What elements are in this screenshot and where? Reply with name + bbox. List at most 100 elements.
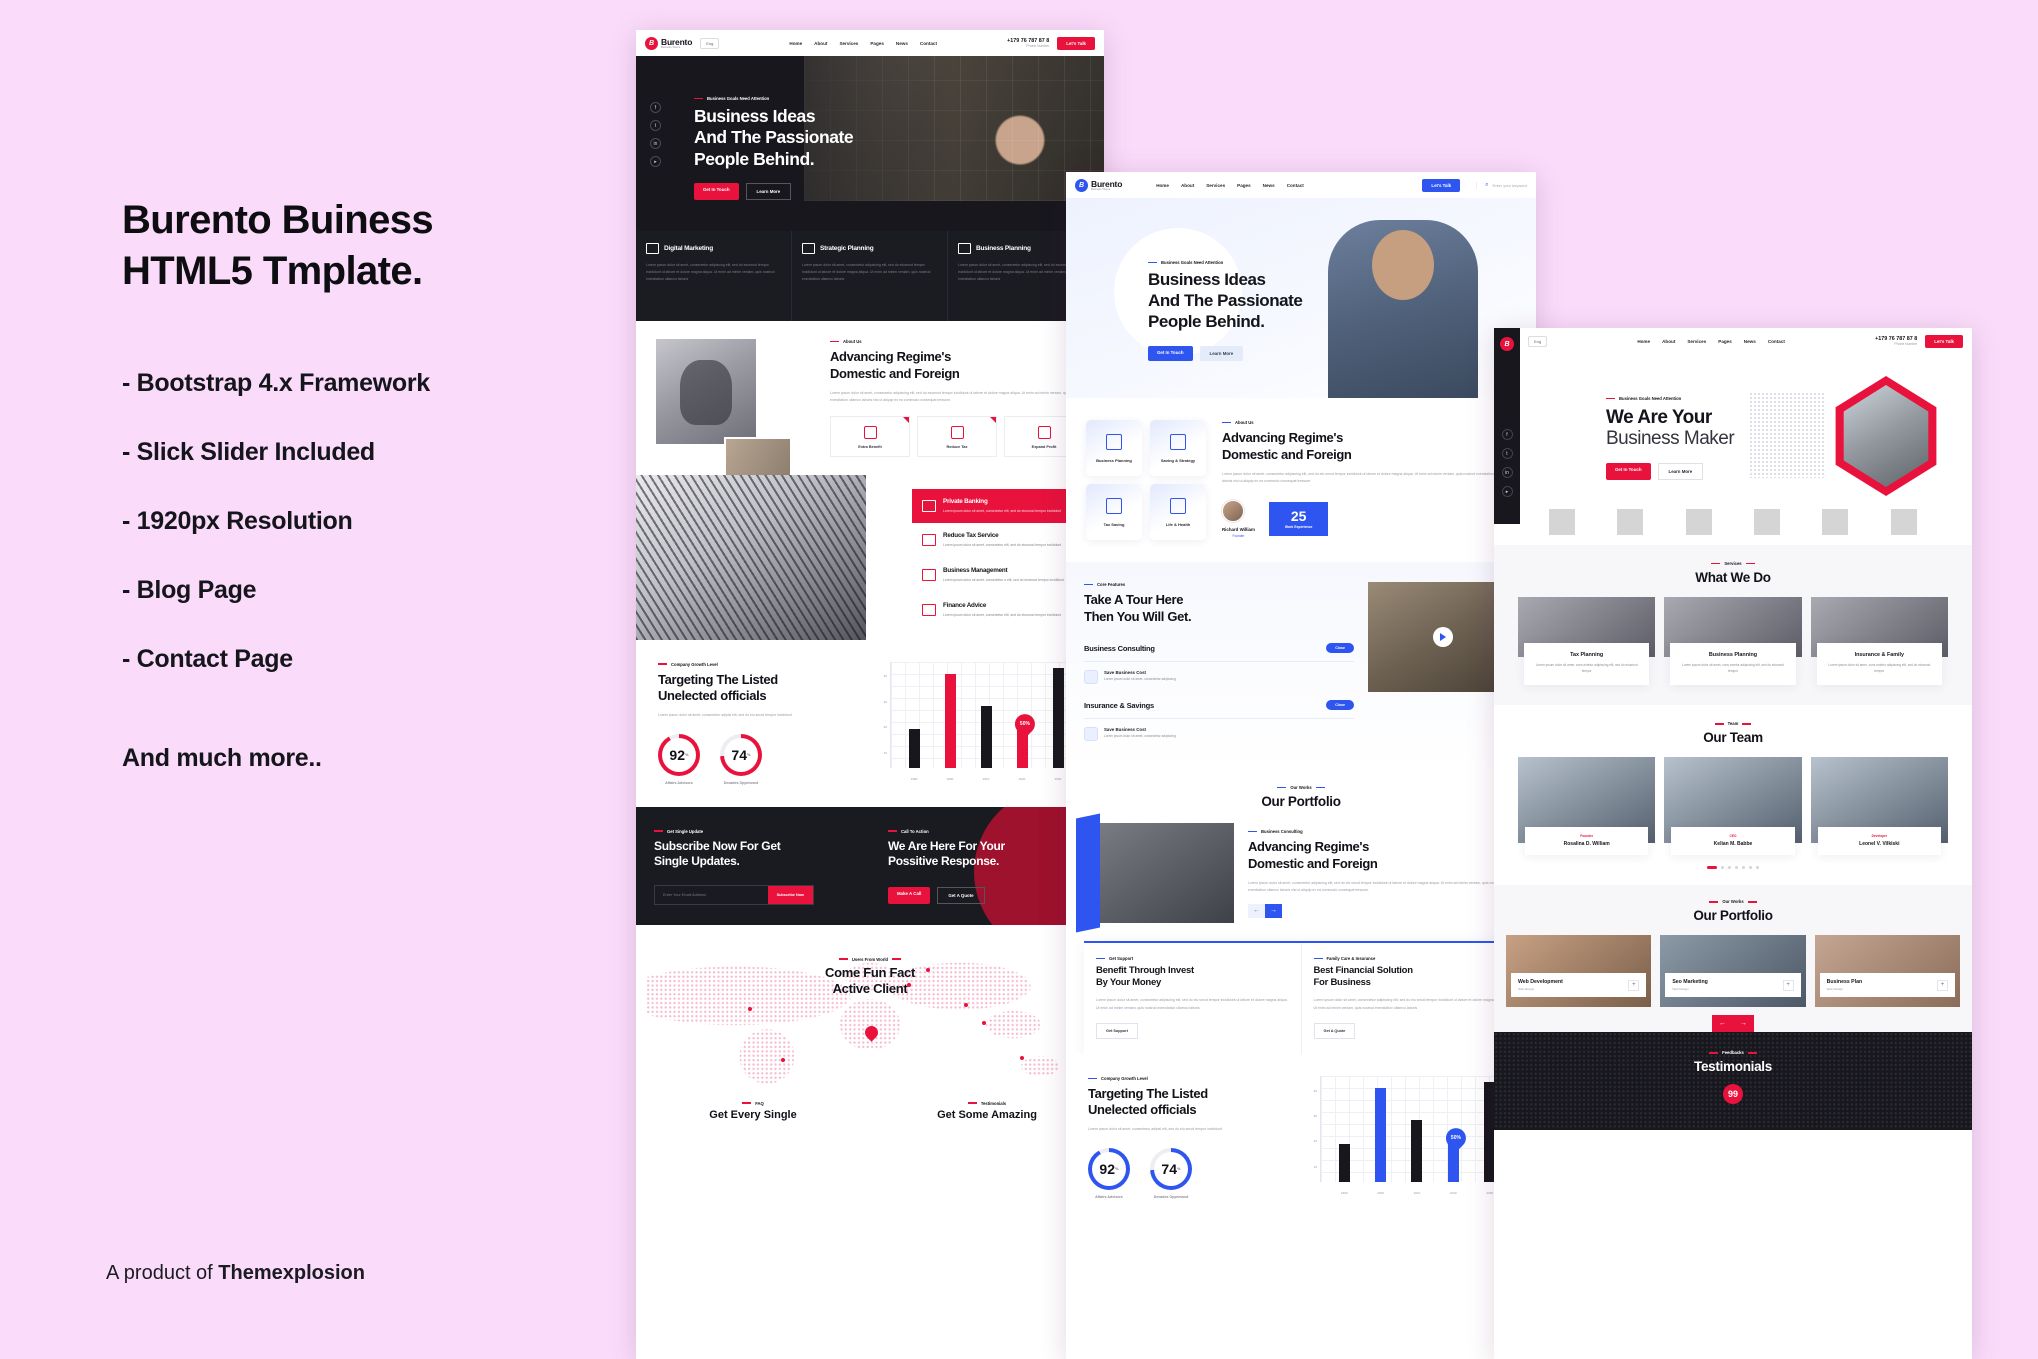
- quote-glyph: 99: [1727, 1089, 1738, 1100]
- facebook-icon[interactable]: f: [1501, 429, 1513, 440]
- slider-dot-active[interactable]: [1707, 866, 1717, 870]
- plus-icon[interactable]: +: [1936, 979, 1948, 991]
- youtube-icon[interactable]: ▸: [650, 156, 661, 167]
- twitter-icon[interactable]: t: [650, 120, 661, 131]
- nav-item-pages[interactable]: Pages: [870, 41, 884, 46]
- slider-dot[interactable]: [1735, 866, 1738, 870]
- linkedin-icon[interactable]: in: [1501, 467, 1513, 478]
- prev-arrow-icon[interactable]: ←: [1248, 903, 1265, 918]
- nav-item-news[interactable]: News: [1263, 183, 1275, 188]
- twitter-icon[interactable]: t: [1501, 448, 1513, 459]
- nav-item-pages[interactable]: Pages: [1237, 183, 1251, 188]
- slider-dot[interactable]: [1749, 866, 1752, 870]
- chart-bars: 50%: [1326, 1076, 1508, 1182]
- hero-title-line-2: Business Maker: [1606, 428, 1735, 450]
- nav-item-home[interactable]: Home: [1637, 339, 1650, 344]
- learn-more-button[interactable]: Learn More: [745, 183, 792, 201]
- about-card-tax-saving[interactable]: Tax Saving: [1086, 484, 1142, 540]
- make-a-call-button[interactable]: Make A Call: [888, 886, 931, 904]
- service-card-strategic-planning[interactable]: Strategic Planning Lorem ipsum dolor sit…: [792, 231, 948, 321]
- team-member-role: Developer: [1871, 834, 1888, 839]
- nav-item-contact[interactable]: Contact: [1768, 339, 1785, 344]
- language-selector[interactable]: Eng: [700, 37, 720, 49]
- service-item-text: Lorem ipsum dolor sit amet, consectetur …: [943, 577, 1064, 582]
- logo-mark-icon[interactable]: B: [1500, 337, 1514, 351]
- get-a-quote-button[interactable]: Get A Quote: [937, 886, 985, 904]
- lets-talk-button[interactable]: Let's Talk: [1422, 178, 1461, 192]
- plus-icon[interactable]: +: [1782, 979, 1794, 991]
- team-member-name: Leonel V. Vilkiski: [1859, 841, 1900, 848]
- slider-dot[interactable]: [1756, 866, 1759, 870]
- nav-item-services[interactable]: Services: [1687, 339, 1706, 344]
- get-support-button[interactable]: Get Support: [1096, 1022, 1138, 1039]
- about-card-life-health[interactable]: Life & Health: [1150, 484, 1206, 540]
- service-card-title: Insurance & Family: [1854, 652, 1905, 658]
- service-item-title: Finance Advice: [943, 601, 987, 609]
- facebook-icon[interactable]: f: [650, 102, 661, 113]
- nav-item-pages[interactable]: Pages: [1718, 339, 1732, 344]
- world-title-line-1: Come Fun Fact: [825, 964, 915, 980]
- team-member-card[interactable]: Developer Leonel V. Vilkiski: [1810, 757, 1948, 856]
- poster-canvas: Burento Buiness HTML5 Tmplate. - Bootstr…: [0, 0, 2038, 1359]
- search-input[interactable]: Enter your keyword: [1493, 183, 1527, 188]
- next-arrow-icon[interactable]: →: [1265, 903, 1282, 918]
- nav-item-contact[interactable]: Contact: [920, 41, 937, 46]
- learn-more-button[interactable]: Learn More: [1657, 462, 1704, 480]
- accordion-row-business-consulting[interactable]: Business Consulting Close: [1084, 635, 1354, 663]
- about-card-saving-strategy[interactable]: Saving & Strategy: [1150, 420, 1206, 476]
- youtube-icon[interactable]: ▸: [1501, 486, 1513, 497]
- tour-title-line-2: Then You Will Get.: [1084, 608, 1192, 624]
- lets-talk-button[interactable]: Let's Talk: [1057, 36, 1095, 50]
- language-selector[interactable]: Eng: [1528, 335, 1548, 347]
- get-in-touch-button[interactable]: Get In Touch: [1148, 346, 1193, 362]
- nav-item-news[interactable]: News: [896, 41, 908, 46]
- portfolio-item-business-plan[interactable]: Business Plan Web Design +: [1814, 935, 1960, 1008]
- accordion-row-insurance-savings[interactable]: Insurance & Savings Close: [1084, 692, 1354, 720]
- team-member-name: Kelian M. Babbe: [1713, 841, 1753, 848]
- nav-item-home[interactable]: Home: [1156, 183, 1169, 188]
- slider-dot[interactable]: [1721, 866, 1724, 870]
- plus-icon[interactable]: +: [1628, 979, 1640, 991]
- eyebrow-dash-icon: [1222, 421, 1231, 424]
- portfolio-item-web-development[interactable]: Web Development Web Design +: [1506, 935, 1652, 1008]
- logo[interactable]: B Burento Business Theme: [1075, 178, 1122, 192]
- team-member-card[interactable]: CEO Kelian M. Babbe: [1664, 757, 1802, 856]
- get-a-quote-button[interactable]: Get A Quote: [1313, 1022, 1356, 1039]
- team-member-card[interactable]: Founder Rosalina D. William: [1518, 757, 1656, 856]
- service-card-digital-marketing[interactable]: Digital Marketing Lorem ipsum dolor sit …: [636, 231, 792, 321]
- nav-item-home[interactable]: Home: [789, 41, 802, 46]
- linkedin-icon[interactable]: in: [650, 138, 661, 149]
- learn-more-button[interactable]: Learn More: [1199, 346, 1244, 362]
- about-card-reduce-tax[interactable]: Reduce Tax: [917, 415, 997, 457]
- slider-dot[interactable]: [1728, 866, 1731, 870]
- nav-item-news[interactable]: News: [1744, 339, 1756, 344]
- client-logo-icon: [1617, 509, 1644, 535]
- subscribe-button[interactable]: Subscribe Now: [767, 885, 813, 904]
- get-in-touch-button[interactable]: Get In Touch: [694, 183, 739, 201]
- nav-item-contact[interactable]: Contact: [1287, 183, 1304, 188]
- about-card-extra-benefit[interactable]: Extra Benefit: [830, 415, 910, 457]
- service-card-text: Lorem ipsum dolor sit amet, cons ectetur…: [1682, 663, 1784, 674]
- newsletter-email-input[interactable]: Enter Your Email Address: [655, 886, 768, 904]
- about-card-business-planning[interactable]: Business Planning: [1086, 420, 1142, 476]
- logo[interactable]: B Burento Business Theme: [645, 36, 692, 50]
- nav-item-about[interactable]: About: [814, 41, 827, 46]
- get-in-touch-button[interactable]: Get In Touch: [1606, 462, 1651, 480]
- portfolio-item-seo-marketing[interactable]: Seo Marketing Web Design +: [1660, 935, 1806, 1008]
- accordion-toggle-pill[interactable]: Close: [1326, 643, 1354, 654]
- lets-talk-button[interactable]: Let's Talk: [1925, 334, 1963, 348]
- service-card-tax-planning[interactable]: Tax Planning Lorem ipsum dolor sit amet,…: [1518, 597, 1656, 686]
- slider-dot[interactable]: [1742, 866, 1745, 870]
- nav-item-services[interactable]: Services: [839, 41, 858, 46]
- prev-arrow-icon[interactable]: ←: [1712, 1015, 1733, 1033]
- service-card-business-planning[interactable]: Business Planning Lorem ipsum dolor sit …: [1664, 597, 1802, 686]
- nav-item-about[interactable]: About: [1181, 183, 1194, 188]
- info-card-title-line-2: For Business: [1313, 977, 1371, 989]
- play-button-icon[interactable]: [1433, 627, 1453, 647]
- accordion-toggle-pill[interactable]: Close: [1326, 700, 1354, 711]
- search-box[interactable]: ⌕ Enter your keyword: [1476, 181, 1527, 189]
- next-arrow-icon[interactable]: →: [1733, 1015, 1754, 1033]
- nav-item-services[interactable]: Services: [1206, 183, 1225, 188]
- service-card-insurance-family[interactable]: Insurance & Family Lorem ipsum dolor sit…: [1810, 597, 1948, 686]
- nav-item-about[interactable]: About: [1662, 339, 1675, 344]
